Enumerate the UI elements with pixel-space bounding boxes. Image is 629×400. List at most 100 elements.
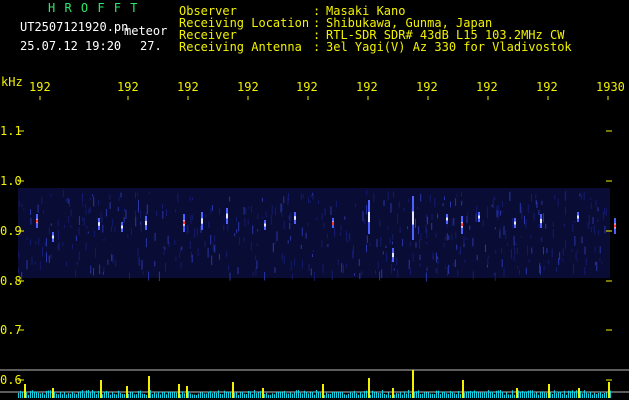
noise-bar <box>346 394 347 398</box>
noise-speck <box>554 194 556 200</box>
noise-speck <box>514 248 516 256</box>
noise-speck <box>69 199 70 207</box>
noise-speck <box>515 242 517 246</box>
noise-speck <box>498 205 500 215</box>
noise-speck <box>103 267 105 273</box>
noise-speck <box>458 251 460 255</box>
noise-speck <box>89 207 91 213</box>
noise-bar <box>64 391 65 398</box>
noise-speck <box>135 192 136 199</box>
noise-bar <box>310 392 311 398</box>
x-tick-label: 192 <box>356 80 378 94</box>
noise-bar <box>398 393 399 398</box>
noise-band-background <box>18 188 610 278</box>
noise-speck <box>100 211 102 219</box>
noise-speck <box>397 269 399 278</box>
noise-speck <box>431 214 433 220</box>
noise-speck <box>552 221 554 227</box>
noise-speck <box>573 263 574 274</box>
noise-bar <box>40 393 41 398</box>
echo-bar <box>462 380 464 398</box>
noise-bar <box>26 392 27 398</box>
noise-speck <box>85 242 87 251</box>
noise-speck <box>466 216 468 224</box>
noise-bar <box>138 391 139 398</box>
noise-speck <box>44 242 46 246</box>
noise-bar <box>444 391 445 398</box>
noise-bar <box>146 394 147 398</box>
noise-bar <box>274 394 275 398</box>
noise-speck <box>205 214 207 218</box>
noise-bar <box>590 391 591 398</box>
noise-speck <box>194 228 196 239</box>
echo-bar <box>578 388 580 398</box>
noise-speck <box>129 272 130 279</box>
noise-bar <box>278 392 279 398</box>
noise-speck <box>300 244 302 249</box>
noise-speck <box>580 196 582 200</box>
noise-speck <box>175 208 177 213</box>
echo-core <box>412 211 414 225</box>
noise-bar <box>116 394 117 398</box>
noise-bar <box>112 392 113 398</box>
noise-speck <box>501 259 503 268</box>
noise-speck <box>322 263 324 273</box>
noise-speck <box>531 247 533 254</box>
noise-bar <box>540 392 541 398</box>
noise-bar <box>136 394 137 398</box>
noise-speck <box>349 233 351 242</box>
noise-speck <box>288 215 290 222</box>
noise-speck <box>596 261 598 271</box>
noise-bar <box>244 393 245 398</box>
noise-speck <box>145 238 147 248</box>
noise-bar <box>596 394 597 398</box>
noise-bar <box>494 394 495 398</box>
noise-speck <box>487 257 489 265</box>
noise-speck <box>148 271 150 281</box>
noise-bar <box>492 391 493 398</box>
noise-speck <box>346 230 348 241</box>
noise-bar <box>576 390 577 398</box>
echo-bar <box>52 388 54 398</box>
noise-bar <box>570 391 571 398</box>
noise-speck <box>308 263 310 272</box>
noise-bar <box>452 391 453 398</box>
noise-speck <box>538 223 540 228</box>
noise-bar <box>562 394 563 398</box>
noise-speck <box>536 202 538 208</box>
noise-speck <box>548 259 550 265</box>
echo-peak <box>332 222 334 225</box>
noise-bar <box>256 393 257 398</box>
noise-bar <box>84 393 85 398</box>
noise-bar <box>298 390 299 398</box>
noise-speck <box>594 230 596 235</box>
noise-bar <box>360 391 361 398</box>
noise-speck <box>516 247 518 255</box>
noise-speck <box>540 237 542 241</box>
noise-speck <box>212 242 214 251</box>
noise-speck <box>93 268 95 276</box>
noise-speck <box>340 232 341 236</box>
noise-bar <box>334 392 335 398</box>
noise-speck <box>392 241 393 245</box>
noise-speck <box>257 214 259 219</box>
noise-speck <box>97 217 98 220</box>
noise-speck <box>455 198 457 206</box>
noise-speck <box>112 255 114 264</box>
noise-bar <box>606 392 607 398</box>
noise-speck <box>446 233 448 241</box>
noise-speck <box>337 259 339 266</box>
noise-speck <box>229 196 231 202</box>
noise-speck <box>330 206 332 215</box>
y-tick-label: 1.1 <box>0 124 22 138</box>
noise-bar <box>574 391 575 398</box>
noise-bar <box>292 393 293 398</box>
noise-bar <box>192 394 193 398</box>
noise-bar <box>470 391 471 398</box>
noise-bar <box>370 394 371 398</box>
noise-speck <box>353 273 355 276</box>
noise-speck <box>254 255 256 261</box>
noise-speck <box>190 214 192 224</box>
noise-bar <box>372 390 373 398</box>
noise-speck <box>393 268 395 271</box>
